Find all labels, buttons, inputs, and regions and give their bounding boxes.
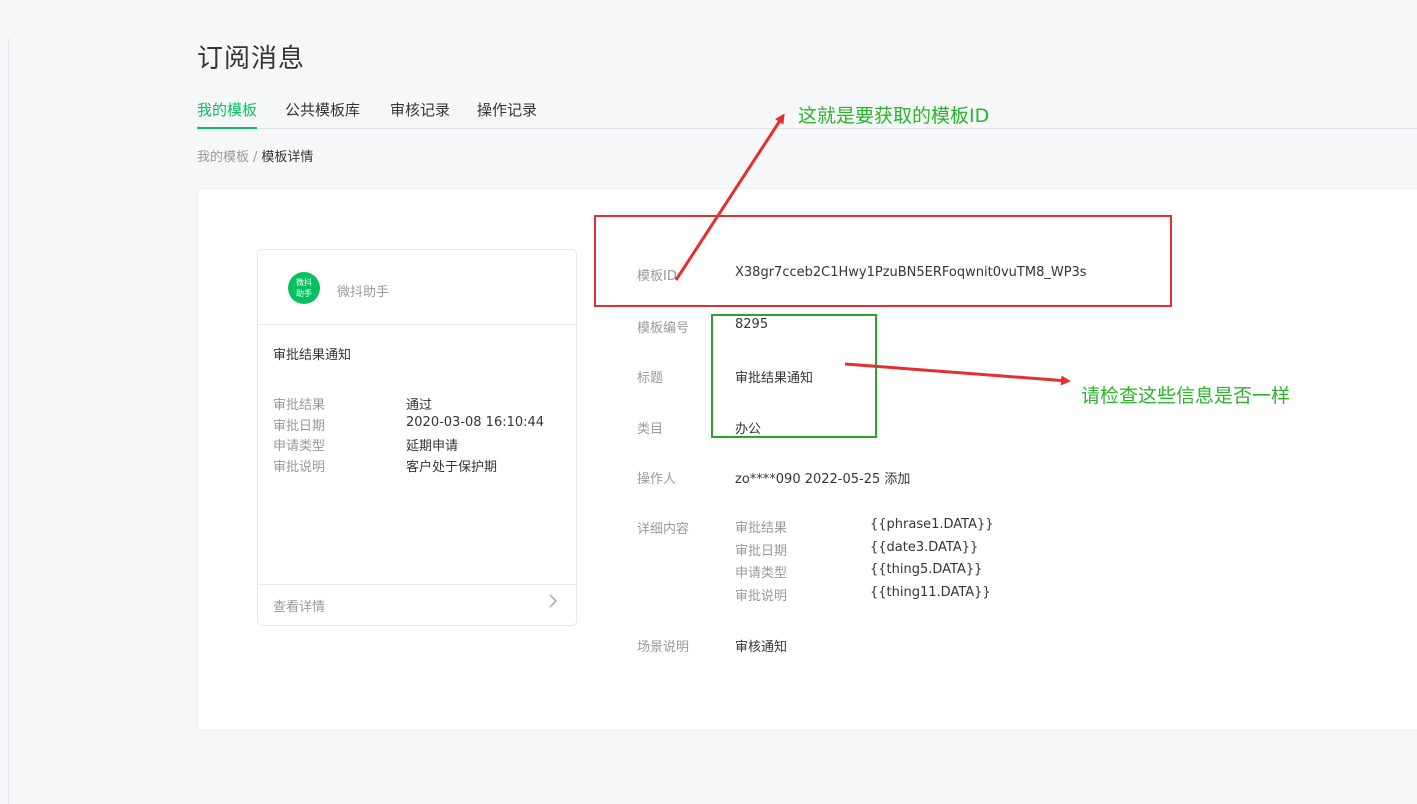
arrow-to-check-note: [844, 362, 1071, 386]
template-id-annotation: 这就是要获取的模板ID: [798, 105, 990, 127]
arrow-to-id-note: [674, 113, 785, 281]
check-info-annotation: 请检查这些信息是否一样: [1081, 385, 1291, 407]
